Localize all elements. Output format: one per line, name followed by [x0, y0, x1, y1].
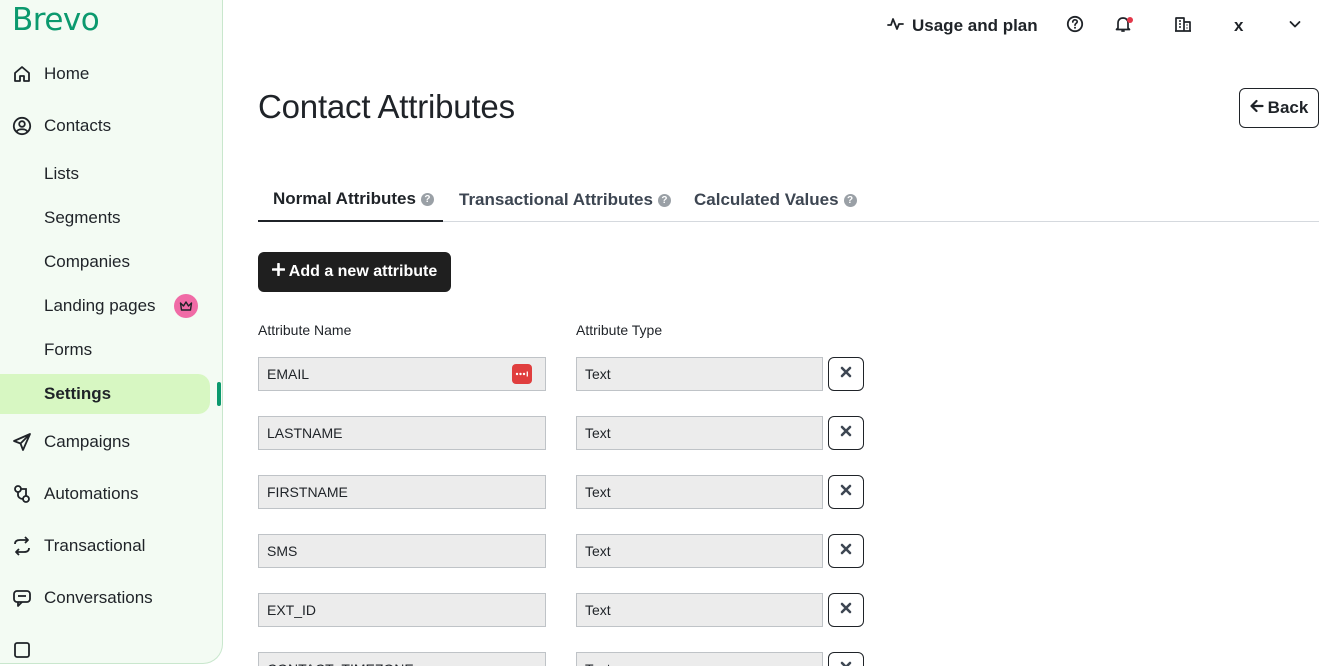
- sidebar-item-partial[interactable]: [0, 630, 222, 663]
- tab-calculated-values[interactable]: Calculated Values ?: [694, 178, 857, 222]
- add-attribute-label: Add a new attribute: [288, 263, 438, 280]
- building-icon: [1174, 15, 1192, 38]
- delete-attribute-button[interactable]: [828, 534, 864, 568]
- help-icon[interactable]: ?: [843, 193, 857, 207]
- sidebar-item-campaigns[interactable]: Campaigns: [0, 422, 222, 462]
- back-label: Back: [1267, 98, 1309, 117]
- contacts-icon: [12, 116, 32, 136]
- sidebar-item-contacts[interactable]: Contacts: [0, 106, 222, 146]
- sidebar-item-companies[interactable]: Companies: [0, 242, 222, 282]
- delete-attribute-button[interactable]: [828, 652, 864, 666]
- organization-button[interactable]: [1174, 14, 1192, 38]
- attribute-tabs: Normal Attributes ? Transactional Attrib…: [258, 178, 1319, 222]
- sidebar-item-conversations[interactable]: Conversations: [0, 578, 222, 618]
- sidebar-item-forms[interactable]: Forms: [0, 330, 222, 370]
- usage-and-plan-button[interactable]: Usage and plan: [887, 14, 1038, 38]
- sidebar-item-lists[interactable]: Lists: [0, 154, 222, 194]
- usage-label: Usage and plan: [912, 16, 1038, 35]
- close-icon: [840, 365, 852, 383]
- attribute-name-header: Attribute Name: [258, 322, 352, 338]
- automation-icon: [12, 484, 32, 504]
- sidebar-item-label: Automations: [44, 484, 139, 503]
- sidebar-item-home[interactable]: Home: [0, 54, 222, 94]
- sidebar-item-label: Contacts: [44, 116, 112, 135]
- sidebar-item-label: Forms: [44, 340, 93, 359]
- sidebar-item-label: Companies: [44, 252, 130, 271]
- attribute-name-field[interactable]: CONTACT_TIMEZONE: [258, 652, 546, 666]
- activity-icon: [887, 16, 904, 37]
- back-button[interactable]: Back: [1239, 88, 1319, 128]
- sidebar-item-label: Landing pages: [44, 296, 156, 315]
- tab-transactional-attributes[interactable]: Transactional Attributes ?: [459, 178, 671, 222]
- close-icon: [840, 483, 852, 501]
- close-icon: [840, 424, 852, 442]
- page-title: Contact Attributes: [258, 88, 515, 125]
- notification-dot: [1127, 17, 1133, 23]
- account-menu-button[interactable]: [1288, 14, 1302, 38]
- attribute-type-header: Attribute Type: [576, 322, 663, 338]
- help-icon[interactable]: ?: [657, 193, 671, 207]
- attribute-type-field[interactable]: Text: [576, 593, 823, 627]
- tab-label: Transactional Attributes: [459, 190, 653, 209]
- crown-icon: [174, 294, 198, 318]
- sidebar-item-label: Segments: [44, 208, 121, 227]
- delete-attribute-button[interactable]: [828, 593, 864, 627]
- close-icon: [840, 542, 852, 560]
- attribute-type-field[interactable]: Text: [576, 357, 823, 391]
- close-icon: [840, 660, 852, 666]
- help-button[interactable]: [1066, 14, 1084, 38]
- attribute-name-field[interactable]: LASTNAME: [258, 416, 546, 450]
- attribute-type-field[interactable]: Text: [576, 475, 823, 509]
- attribute-name-field[interactable]: EXT_ID: [258, 593, 546, 627]
- attribute-name-field[interactable]: SMS: [258, 534, 546, 568]
- sidebar-item-automations[interactable]: Automations: [0, 474, 222, 514]
- tab-label: Normal Attributes: [273, 189, 416, 208]
- send-icon: [12, 432, 32, 452]
- plus-icon: [271, 262, 286, 281]
- sidebar-item-landing-pages[interactable]: Landing pages: [0, 286, 222, 326]
- active-indicator: [217, 382, 221, 406]
- sidebar-item-label: Settings: [44, 384, 112, 403]
- sidebar-item-settings[interactable]: Settings: [0, 374, 210, 414]
- home-icon: [12, 64, 32, 84]
- sidebar-item-label: Home: [44, 64, 90, 83]
- sidebar-item-segments[interactable]: Segments: [0, 198, 222, 238]
- arrow-left-icon: [1250, 98, 1264, 118]
- delete-attribute-button[interactable]: [828, 416, 864, 450]
- sidebar-item-label: Conversations: [44, 588, 153, 607]
- password-manager-icon[interactable]: [512, 364, 532, 384]
- delete-attribute-button[interactable]: [828, 357, 864, 391]
- attribute-name-field[interactable]: FIRSTNAME: [258, 475, 546, 509]
- sidebar: Brevo Home Contacts Lists Segments Compa…: [0, 0, 223, 664]
- help-icon[interactable]: ?: [420, 192, 434, 206]
- attribute-type-field[interactable]: Text: [576, 652, 823, 666]
- brevo-logo[interactable]: Brevo: [12, 2, 100, 38]
- add-attribute-button[interactable]: Add a new attribute: [258, 252, 451, 292]
- sidebar-item-label: Lists: [44, 164, 79, 183]
- close-icon: [840, 601, 852, 619]
- sidebar-item-label: Campaigns: [44, 432, 130, 451]
- attribute-name-field[interactable]: EMAIL: [258, 357, 546, 391]
- attribute-name-value: EMAIL: [267, 366, 310, 382]
- attribute-type-field[interactable]: Text: [576, 416, 823, 450]
- tab-normal-attributes[interactable]: Normal Attributes ?: [258, 178, 443, 222]
- account-name[interactable]: x: [1234, 14, 1243, 38]
- transactional-icon: [12, 536, 32, 556]
- tab-label: Calculated Values: [694, 190, 839, 209]
- chat-icon: [12, 588, 32, 608]
- help-icon: [1066, 15, 1084, 38]
- attribute-type-field[interactable]: Text: [576, 534, 823, 568]
- sidebar-item-label: Transactional: [44, 536, 146, 555]
- chevron-down-icon: [1288, 16, 1302, 36]
- more-icon: [12, 640, 32, 660]
- delete-attribute-button[interactable]: [828, 475, 864, 509]
- sidebar-item-transactional[interactable]: Transactional: [0, 526, 222, 566]
